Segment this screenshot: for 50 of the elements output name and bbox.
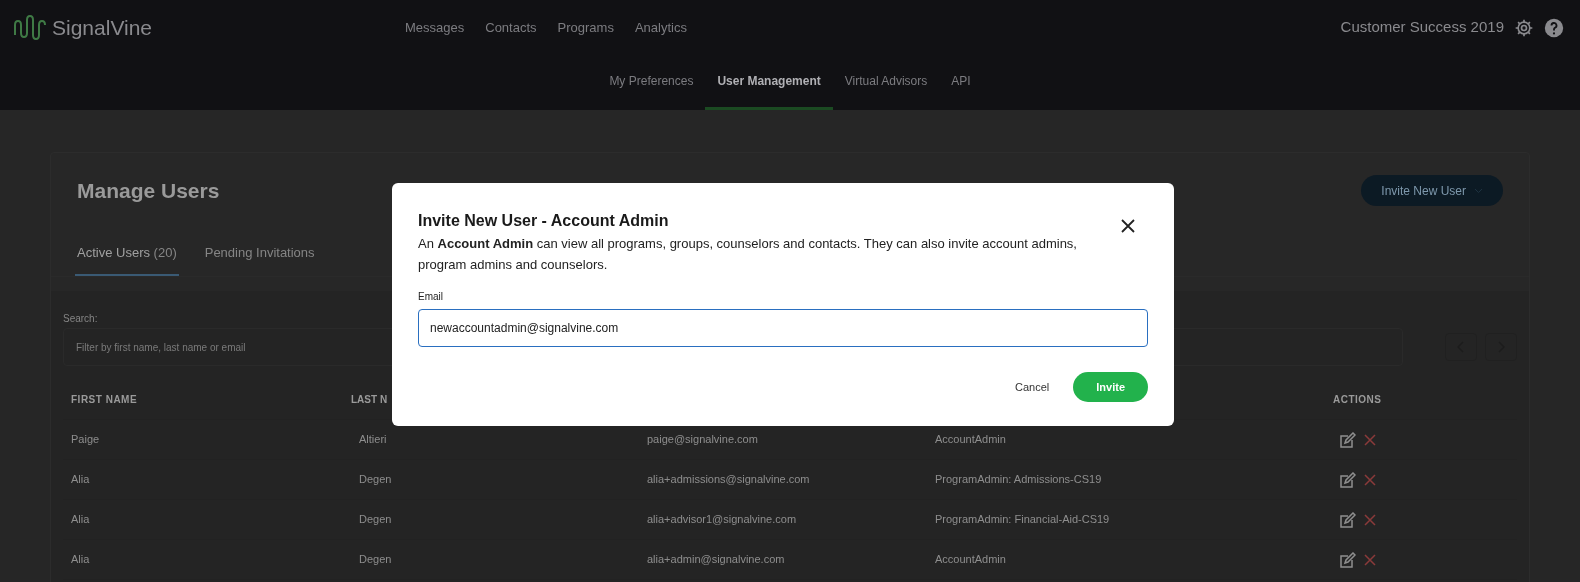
table-cell-text: alia+advisor1@signalvine.com [647, 512, 798, 528]
email-label: Email [418, 290, 444, 304]
table-cell-text: Degen [359, 552, 393, 568]
nav-link[interactable]: Contacts [485, 17, 537, 38]
tab[interactable]: Pending Invitations [202, 242, 317, 276]
table-cell-text: AccountAdmin [935, 552, 1007, 568]
cancel-button[interactable]: Cancel [1015, 378, 1050, 396]
dialog-description: An Account Admin can view all programs, groups, counselors and contacts. They can also invite account admins, program admins and counselors. [418, 235, 1078, 274]
logo-text: SignalVine [52, 14, 153, 41]
close-button[interactable] [1121, 219, 1135, 233]
wave-logo-icon [14, 14, 46, 41]
caret-icon [1474, 187, 1483, 194]
subnav-tab[interactable]: API [939, 55, 983, 110]
table-cell-text: paige@signalvine.com [647, 432, 759, 448]
table-cell-text: Degen [359, 472, 393, 488]
email-field[interactable]: newaccountadmin@signalvine.com [418, 309, 1148, 347]
table-cell-text: alia+admin@signalvine.com [647, 552, 786, 568]
column-header: ACTIONS [1332, 393, 1383, 407]
tab[interactable]: Active Users (20) [75, 242, 179, 276]
table-cell-text: ProgramAdmin: Admissions-CS19 [935, 472, 1103, 488]
edit-icon[interactable] [1339, 551, 1356, 568]
nav-link[interactable]: Messages [405, 17, 465, 38]
help-icon[interactable] [1544, 17, 1564, 38]
close-icon [1121, 219, 1135, 233]
dialog-title: Invite New User - Account Admin [418, 211, 669, 231]
edit-icon[interactable] [1339, 431, 1356, 448]
subnav-tab[interactable]: User Management [705, 55, 833, 110]
nav-link[interactable]: Programs [557, 17, 614, 38]
table-cell-text: Paige [71, 432, 101, 448]
edit-icon[interactable] [1339, 471, 1356, 488]
page-title: Manage Users [77, 178, 220, 204]
subnav-tab[interactable]: My Preferences [597, 55, 706, 110]
table-cell-text: Alia [71, 512, 91, 528]
search-label: Search: [63, 312, 99, 326]
invite-button[interactable]: Invite [1073, 372, 1148, 402]
table-cell-text: alia+admissions@signalvine.com [647, 472, 811, 488]
table-cell-text: Altieri [359, 432, 388, 448]
table-cell-text: Alia [71, 472, 91, 488]
column-header: LAST N [351, 393, 389, 407]
table-cell-text: AccountAdmin [935, 432, 1007, 448]
invite-new-user-button[interactable]: Invite New User [1361, 175, 1503, 207]
account-name[interactable]: Customer Success 2019 [1340, 16, 1504, 39]
settings-icon[interactable] [1514, 17, 1534, 38]
edit-icon[interactable] [1339, 511, 1356, 528]
subnav-tab[interactable]: Virtual Advisors [832, 55, 940, 110]
table-cell-text: Alia [71, 552, 91, 568]
table-cell-text: Degen [359, 512, 393, 528]
column-header: FIRST NAME [71, 393, 139, 407]
nav-link[interactable]: Analytics [634, 17, 687, 38]
table-cell-text: ProgramAdmin: Financial-Aid-CS19 [935, 512, 1111, 528]
